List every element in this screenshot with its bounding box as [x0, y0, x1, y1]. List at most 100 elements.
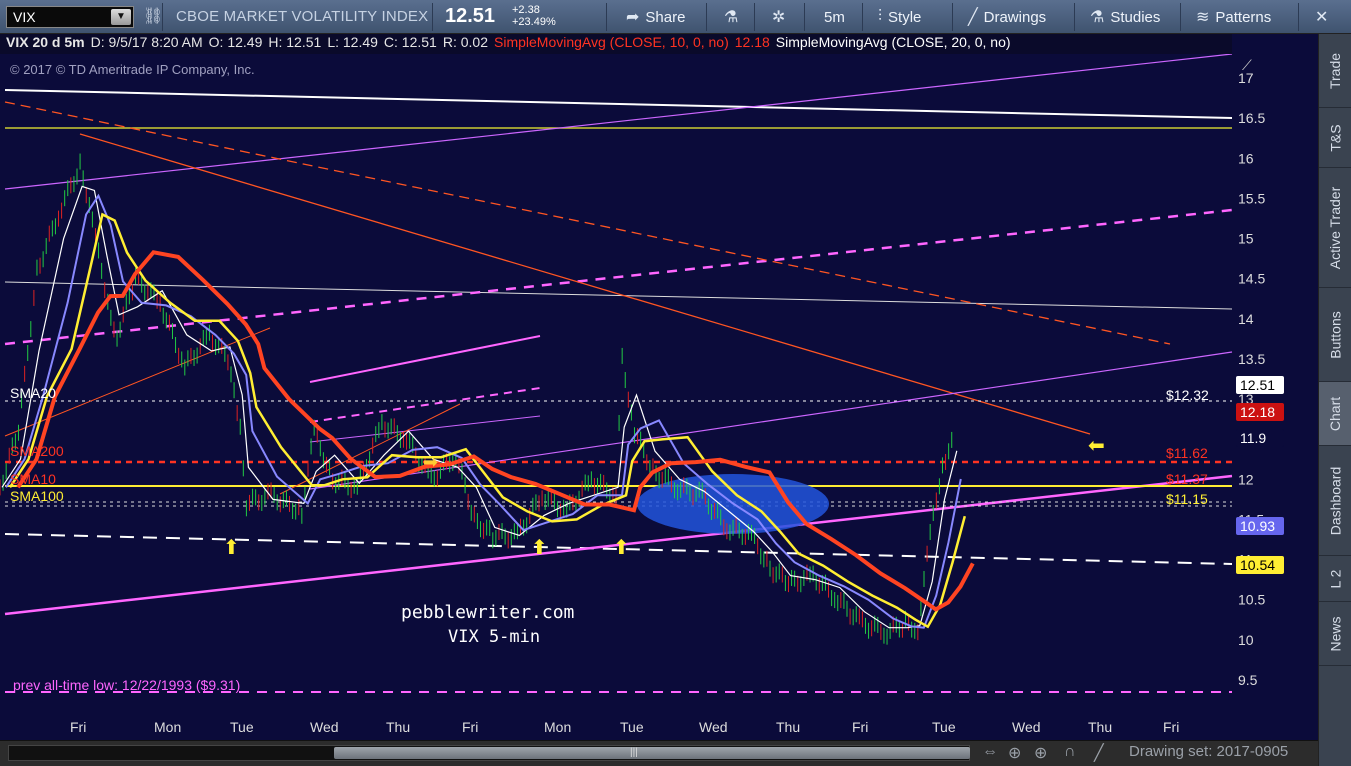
price-bubble-label: 10.54: [1240, 557, 1275, 573]
sma20-study-label[interactable]: SimpleMovingAvg (CLOSE, 20, 0, no): [776, 34, 1011, 50]
scrollbar-thumb[interactable]: [334, 747, 970, 759]
yellow-left-arrow-icon: ⬅: [1088, 435, 1105, 457]
x-tick-label: Tue: [230, 719, 254, 735]
toolbar-divider: [952, 3, 953, 31]
y-tick-label: 13.5: [1238, 351, 1265, 367]
y-tick-label: 9.5: [1238, 672, 1258, 688]
beaker-icon: ⚗: [1090, 9, 1105, 26]
toolbar-divider: [432, 3, 433, 31]
sidebar-tab-trade[interactable]: Trade: [1319, 34, 1351, 108]
x-tick-label: Mon: [154, 719, 181, 735]
chevron-down-icon[interactable]: ▼: [111, 9, 131, 25]
sma10-study-value: 12.18: [734, 34, 770, 50]
copyright-notice: © 2017 © TD Ameritrade IP Company, Inc.: [10, 62, 255, 77]
settings-button[interactable]: ✲: [772, 5, 785, 29]
sidebar-tab-news[interactable]: News: [1319, 602, 1351, 666]
aggregation-button[interactable]: 5m: [824, 5, 845, 29]
expand-arrows-icon[interactable]: ⇔: [982, 743, 998, 761]
plot-background[interactable]: [0, 54, 1232, 740]
pencil-icon: ╱: [968, 9, 978, 26]
toolbar-divider: [162, 3, 163, 31]
bar-low: L: 12.49: [327, 34, 378, 50]
y-tick-label: 14: [1238, 311, 1254, 327]
x-tick-label: Fri: [70, 719, 86, 735]
link-chain-icon[interactable]: ⛓: [143, 6, 163, 28]
symbol-text: VIX: [13, 9, 36, 25]
x-tick-label: Fri: [462, 719, 478, 735]
studies-label: Studies: [1110, 8, 1161, 26]
series-label-left: SMA10: [10, 471, 56, 487]
series-value-label: $11.37: [1166, 471, 1208, 487]
patterns-icon: ≋: [1196, 9, 1210, 26]
zoom-icon[interactable]: ⊕: [1034, 743, 1047, 763]
series-label-left: SMA100: [10, 488, 64, 504]
toolbar-divider: [862, 3, 863, 31]
sidebar-tab-dashboard[interactable]: Dashboard: [1319, 446, 1351, 556]
share-label: Share: [645, 8, 686, 26]
y-tick-label: 16: [1238, 150, 1254, 166]
thinkorswim-chart-window: VIX ▼ ⛓ CBOE MARKET VOLATILITY INDEX 12.…: [0, 0, 1351, 766]
scale-icon: ⟋: [1242, 57, 1252, 73]
x-tick-label: Thu: [386, 719, 410, 735]
share-button[interactable]: ➦ Share: [626, 5, 685, 29]
x-tick-label: Thu: [776, 719, 800, 735]
right-sidebar: Trade T&S Active Trader Buttons Chart Da…: [1318, 34, 1351, 766]
symbol-description: CBOE MARKET VOLATILITY INDEX: [176, 8, 429, 25]
sidebar-tab-ts[interactable]: T&S: [1319, 108, 1351, 168]
toolbar-divider: [754, 3, 755, 31]
sma10-study-label[interactable]: SimpleMovingAvg (CLOSE, 10, 0, no): [494, 34, 729, 50]
toolbar-divider: [606, 3, 607, 31]
gear-icon: ✲: [772, 9, 786, 26]
flask-icon: ⚗: [724, 9, 739, 26]
x-tick-label: Fri: [1163, 719, 1179, 735]
crosshair-icon[interactable]: ⊕: [1008, 743, 1021, 763]
prev-low-annotation: prev all-time low: 12/22/1993 ($9.31): [13, 677, 240, 693]
yellow-up-arrow-icon: ⬆: [531, 537, 548, 559]
price-bubble-label: 10.93: [1240, 518, 1275, 534]
studies-button[interactable]: ⚗ Studies: [1090, 5, 1160, 29]
yellow-right-arrow-icon: ➡: [423, 452, 438, 472]
drawings-button[interactable]: ╱ Drawings: [968, 5, 1046, 29]
price-chart[interactable]: 1716.51615.51514.51413.51312.51211.51110…: [0, 34, 1318, 740]
style-label: Style: [888, 8, 922, 26]
time-scrollbar[interactable]: [8, 745, 970, 761]
aggregation-label: 5m: [824, 8, 845, 26]
sidebar-tab-active-trader[interactable]: Active Trader: [1319, 168, 1351, 288]
chart-canvas[interactable]: 1716.51615.51514.51413.51312.51211.51110…: [0, 34, 1318, 740]
chart-toolbar: VIX ▼ ⛓ CBOE MARKET VOLATILITY INDEX 12.…: [0, 0, 1351, 34]
series-value-label: $11.15: [1166, 491, 1208, 507]
x-tick-label: Wed: [310, 719, 339, 735]
symbol-selector[interactable]: VIX ▼: [6, 6, 134, 28]
close-button[interactable]: ✕: [1315, 5, 1328, 29]
sidebar-tab-buttons[interactable]: Buttons: [1319, 288, 1351, 382]
x-tick-label: Mon: [544, 719, 571, 735]
x-tick-label: Tue: [932, 719, 956, 735]
sidebar-tab-level2[interactable]: L 2: [1319, 556, 1351, 602]
x-tick-label: Tue: [620, 719, 644, 735]
candlestick-icon: ⫶: [878, 8, 883, 25]
toolbar-divider: [706, 3, 707, 31]
change-percent: +23.49%: [512, 16, 556, 28]
last-price: 12.51: [445, 5, 496, 27]
bar-high: H: 12.51: [268, 34, 322, 50]
price-bubble-label: 12.18: [1240, 404, 1275, 420]
bar-close: C: 12.51: [383, 34, 437, 50]
patterns-label: Patterns: [1215, 8, 1272, 26]
y-tick-label: 12: [1238, 471, 1254, 487]
sidebar-tab-chart[interactable]: Chart: [1319, 382, 1351, 446]
drawing-set-label[interactable]: Drawing set: 2017-0905: [1129, 743, 1288, 760]
patterns-button[interactable]: ≋ Patterns: [1196, 5, 1271, 29]
flask-button[interactable]: ⚗: [724, 5, 738, 29]
magnet-icon[interactable]: ∩: [1064, 743, 1076, 761]
drawing-line-icon[interactable]: ╱: [1094, 743, 1104, 763]
toolbar-divider: [1180, 3, 1181, 31]
scrollbar-grip-icon: |||: [630, 747, 638, 758]
watermark-site: pebblewriter.com: [401, 602, 574, 623]
y-tick-label: 10.5: [1238, 592, 1265, 608]
style-button[interactable]: ⫶ Style: [878, 5, 921, 29]
y-tick-label: 16.5: [1238, 110, 1265, 126]
bar-date: D: 9/5/17 8:20 AM: [90, 34, 203, 50]
price-change: +2.38 +23.49%: [512, 4, 556, 28]
share-arrow-icon: ➦: [626, 9, 640, 26]
bottom-bar: [0, 740, 1318, 766]
